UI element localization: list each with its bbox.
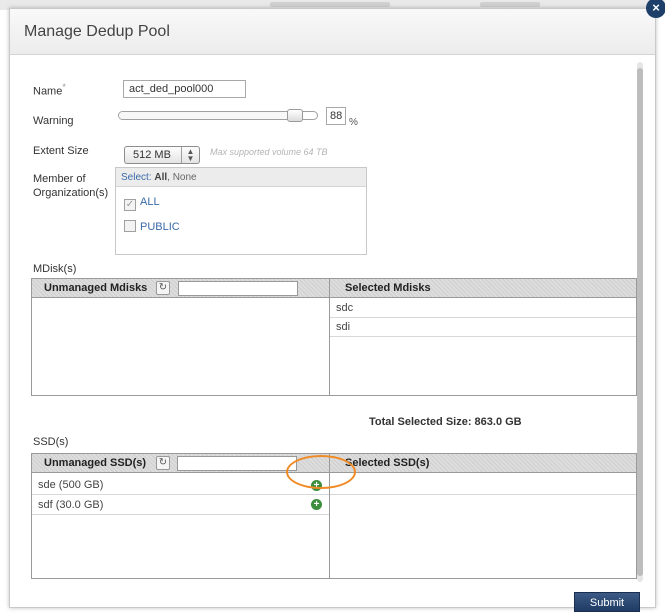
close-icon[interactable]: × [646, 0, 665, 18]
extent-size-hint: Max supported volume 64 TB [210, 147, 328, 157]
total-selected-size: Total Selected Size: 863.0 GB [369, 416, 522, 428]
grid-divider [329, 279, 330, 395]
mdisks-section-label: MDisk(s) [33, 263, 77, 275]
required-mark: * [62, 82, 66, 92]
selected-mdisk-row[interactable]: sdi [336, 321, 350, 333]
name-input[interactable] [123, 80, 246, 98]
dialog-scrollbar[interactable] [637, 62, 643, 582]
extent-size-value: 512 MB [133, 149, 171, 161]
unmanaged-mdisks-header: Unmanaged Mdisks [44, 282, 148, 294]
unmanaged-ssd-row[interactable]: sdf (30.0 GB) [38, 499, 103, 511]
mdisks-filter-input[interactable] [178, 281, 298, 296]
warning-slider[interactable] [118, 109, 318, 122]
ssds-filter-input[interactable] [177, 456, 297, 471]
spinner-arrows-icon: ▲ ▼ [181, 147, 199, 163]
unmanaged-ssd-row[interactable]: sde (500 GB) [38, 479, 103, 491]
slider-fill [119, 112, 294, 119]
checkbox-checked-icon[interactable]: ✓ [124, 199, 136, 211]
highlight-ring [286, 455, 356, 489]
mdisks-grid-header: Unmanaged Mdisks ↻ Selected Mdisks [32, 279, 636, 298]
organization-label: Member of Organization(s) [33, 173, 109, 199]
organization-list: Select: All, None ✓ ALL PUBLIC [115, 167, 367, 255]
row-divider [32, 514, 329, 515]
unmanaged-ssds-header: Unmanaged SSD(s) [44, 457, 147, 469]
selected-mdisk-row[interactable]: sdc [336, 302, 353, 314]
dialog-header: Manage Dedup Pool [10, 9, 655, 55]
extent-size-select[interactable]: 512 MB ▲ ▼ [124, 146, 200, 164]
checkbox-icon[interactable] [124, 220, 136, 232]
row-divider [32, 494, 329, 495]
warning-label: Warning [33, 115, 74, 127]
row-divider [330, 336, 636, 337]
slider-handle[interactable] [287, 109, 303, 122]
selected-ssds-header: Selected SSD(s) [345, 457, 430, 469]
name-label: Name* [33, 82, 66, 98]
dialog-title: Manage Dedup Pool [24, 23, 170, 40]
add-icon[interactable]: + [311, 499, 322, 510]
select-none-link[interactable]: None [173, 172, 197, 183]
scrollbar-thumb[interactable] [637, 68, 643, 576]
organization-select-bar: Select: All, None [116, 168, 366, 187]
refresh-icon[interactable]: ↻ [156, 281, 170, 295]
select-prefix: Select: [121, 172, 152, 183]
row-divider [330, 317, 636, 318]
submit-button[interactable]: Submit [574, 592, 640, 612]
select-all-link[interactable]: All [154, 172, 167, 183]
refresh-icon[interactable]: ↻ [156, 456, 170, 470]
extent-size-label: Extent Size [33, 145, 89, 157]
warning-value-input[interactable] [326, 107, 346, 125]
row-divider [330, 494, 636, 495]
ssds-section-label: SSD(s) [33, 436, 69, 448]
organization-item-all[interactable]: ✓ ALL [124, 196, 160, 211]
mdisks-grid: Unmanaged Mdisks ↻ Selected Mdisks sdc s… [31, 278, 637, 396]
selected-mdisks-header: Selected Mdisks [345, 282, 431, 294]
warning-unit: % [349, 117, 358, 128]
organization-item-public[interactable]: PUBLIC [124, 220, 180, 233]
